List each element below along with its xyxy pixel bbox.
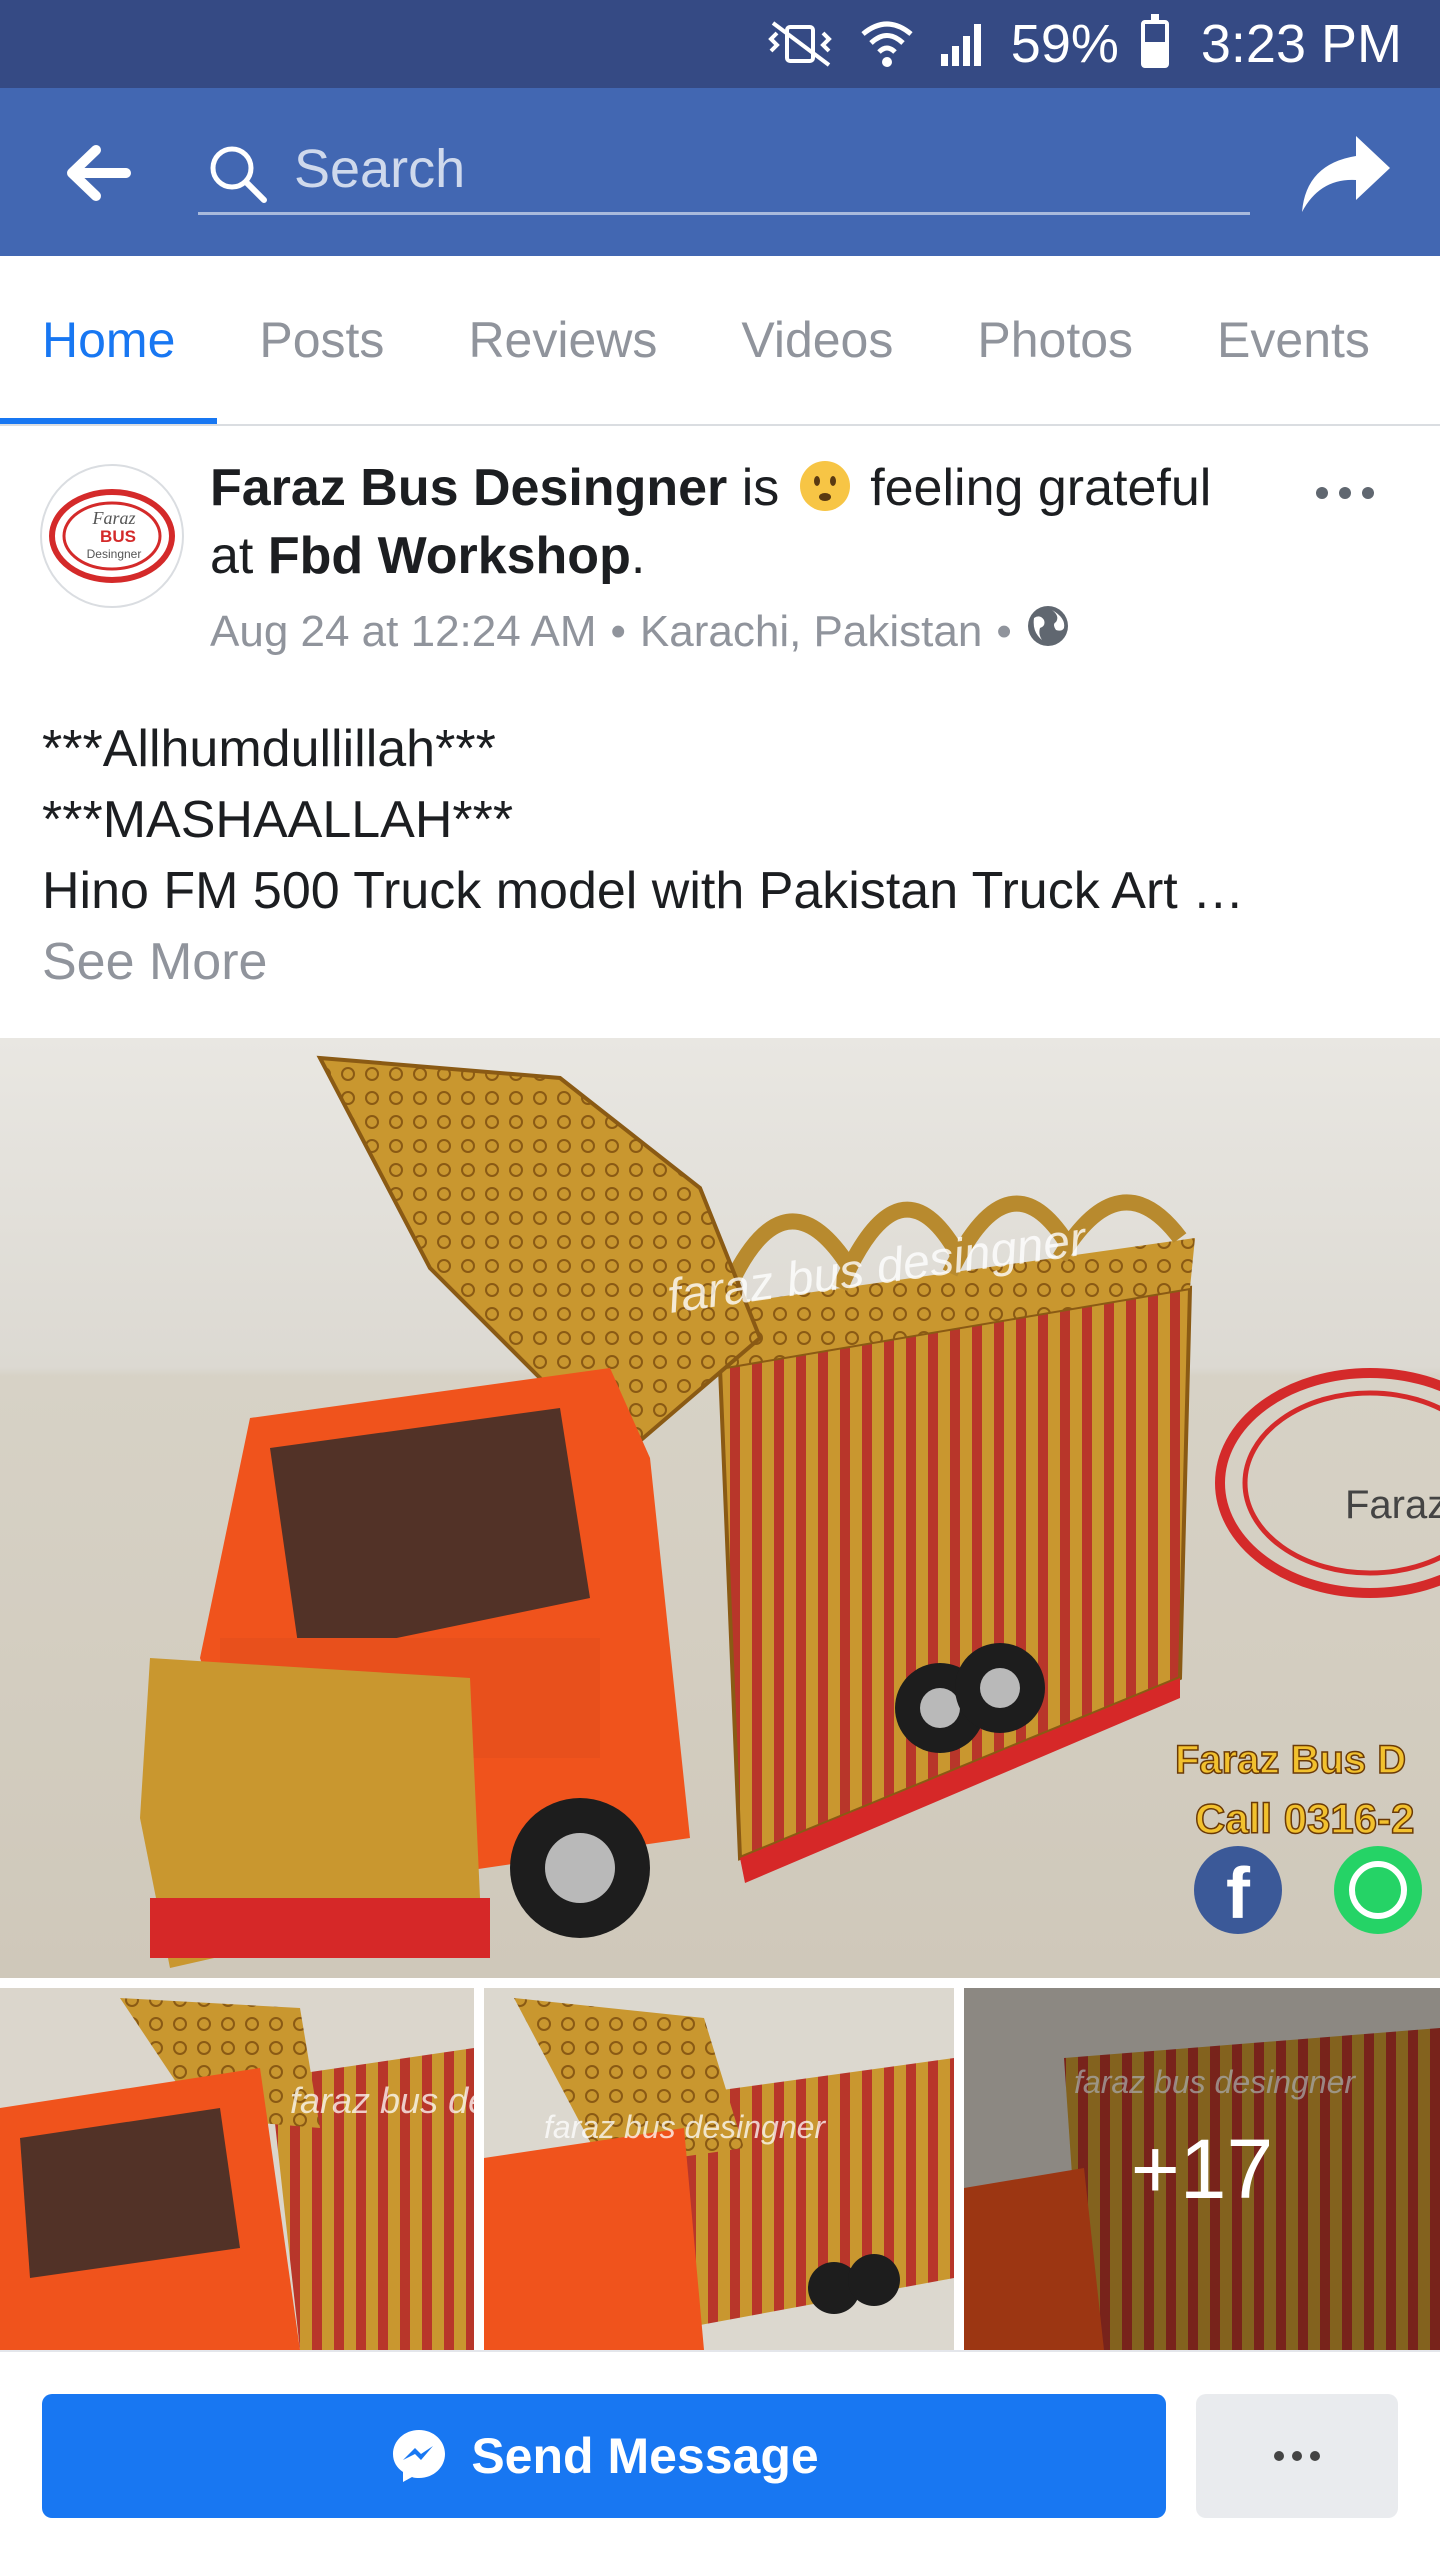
place-name[interactable]: Fbd Workshop (268, 527, 631, 585)
battery-percentage: 59% (1010, 14, 1119, 74)
svg-text:Call 0316-2: Call 0316-2 (1195, 1795, 1414, 1842)
whatsapp-icon (1334, 1846, 1422, 1934)
feeling-text: feeling grateful (870, 459, 1212, 517)
meta-separator: • (996, 606, 1012, 656)
signal-icon (937, 20, 989, 68)
feeling-emoji-icon (798, 459, 852, 513)
share-button[interactable] (1298, 132, 1394, 216)
vibrate-mute-icon (767, 19, 837, 69)
thumbnail-3-more[interactable]: faraz bus desingner +17 (964, 1988, 1440, 2350)
truck-thumb: faraz bus desingner (484, 1988, 954, 2350)
status-time: 3:23 PM (1200, 14, 1402, 74)
svg-text:Faraz: Faraz (91, 508, 135, 528)
post-more-options-button[interactable] (1310, 478, 1380, 508)
truck-thumb: faraz bus de (0, 1988, 474, 2350)
search-box[interactable]: Search (198, 130, 1250, 215)
search-header: Search (0, 88, 1440, 256)
post-date[interactable]: Aug 24 at 12:24 AM (210, 607, 597, 657)
more-photos-count: +17 (964, 1988, 1440, 2350)
svg-text:faraz bus desingner: faraz bus desingner (544, 2109, 826, 2145)
back-arrow-icon (67, 145, 131, 201)
messenger-icon (393, 2430, 446, 2482)
battery-icon (1140, 14, 1169, 68)
page-tabs: Home Posts Reviews Videos Photos Events … (0, 256, 1440, 426)
truck-photo: faraz bus desingner Faraz BUS Desing Far… (0, 1038, 1440, 1978)
tab-home[interactable]: Home (0, 256, 218, 424)
wifi-icon (859, 18, 915, 70)
tab-reviews[interactable]: Reviews (426, 256, 699, 424)
author-name[interactable]: Faraz Bus Desingner (210, 459, 727, 517)
search-icon (208, 144, 268, 209)
svg-text:Faraz Bus D: Faraz Bus D (1175, 1738, 1406, 1782)
tab-events[interactable]: Events (1175, 256, 1412, 424)
post-text: ***Allhumdullillah*** ***MASHAALLAH*** H… (42, 714, 1412, 998)
avatar[interactable]: Faraz BUS Desingner (40, 464, 184, 608)
more-dots-icon (1316, 487, 1374, 499)
see-more-link[interactable]: See More (42, 927, 1412, 998)
post-line-2: ***MASHAALLAH*** (42, 791, 514, 849)
svg-text:faraz bus de: faraz bus de (290, 2080, 474, 2121)
bottom-action-bar: Send Message (0, 2350, 1440, 2562)
faraz-logo: Faraz BUS Desingner (49, 489, 175, 583)
more-actions-button[interactable] (1196, 2394, 1398, 2518)
tab-photos[interactable]: Photos (935, 256, 1175, 424)
facebook-icon: f (1194, 1846, 1282, 1934)
svg-text:Desingner: Desingner (87, 547, 142, 561)
svg-text:BUS: BUS (100, 527, 136, 546)
post-line-3: Hino FM 500 Truck model with Pakistan Tr… (42, 862, 1245, 920)
globe-icon (1026, 604, 1070, 659)
period: . (630, 527, 646, 585)
photo-thumbnails: faraz bus de faraz bus desingner faraz b… (0, 1988, 1440, 2350)
post-title: Faraz Bus Desingner is feeling grateful … (210, 454, 1270, 590)
at-text: at (210, 527, 254, 585)
more-dots-icon (1274, 2451, 1320, 2461)
thumbnail-1[interactable]: faraz bus de (0, 1988, 474, 2350)
post-header: Faraz BUS Desingner Faraz Bus Desingner … (0, 424, 1440, 1024)
tab-posts[interactable]: Posts (217, 256, 426, 424)
is-text: is (741, 459, 780, 517)
tab-videos[interactable]: Videos (699, 256, 935, 424)
thumbnail-2[interactable]: faraz bus desingner (484, 1988, 954, 2350)
post-line-1: ***Allhumdullillah*** (42, 720, 496, 778)
send-message-button[interactable]: Send Message (42, 2394, 1166, 2518)
tab-more-cut[interactable]: C (1412, 256, 1440, 424)
main-photo[interactable]: faraz bus desingner Faraz BUS Desing Far… (0, 1038, 1440, 1978)
svg-text:f: f (1226, 1854, 1251, 1934)
meta-separator: • (610, 606, 626, 656)
send-message-label: Send Message (471, 2428, 819, 2484)
back-button[interactable] (58, 138, 138, 208)
search-input[interactable]: Search (294, 130, 1214, 208)
svg-text:Faraz BUS Desing: Faraz BUS Desing (1345, 1483, 1440, 1527)
status-bar: 59% 3:23 PM (0, 0, 1440, 88)
post-meta: Aug 24 at 12:24 AM • Karachi, Pakistan • (210, 604, 1070, 659)
post-location[interactable]: Karachi, Pakistan (640, 607, 982, 657)
share-icon (1302, 136, 1390, 212)
